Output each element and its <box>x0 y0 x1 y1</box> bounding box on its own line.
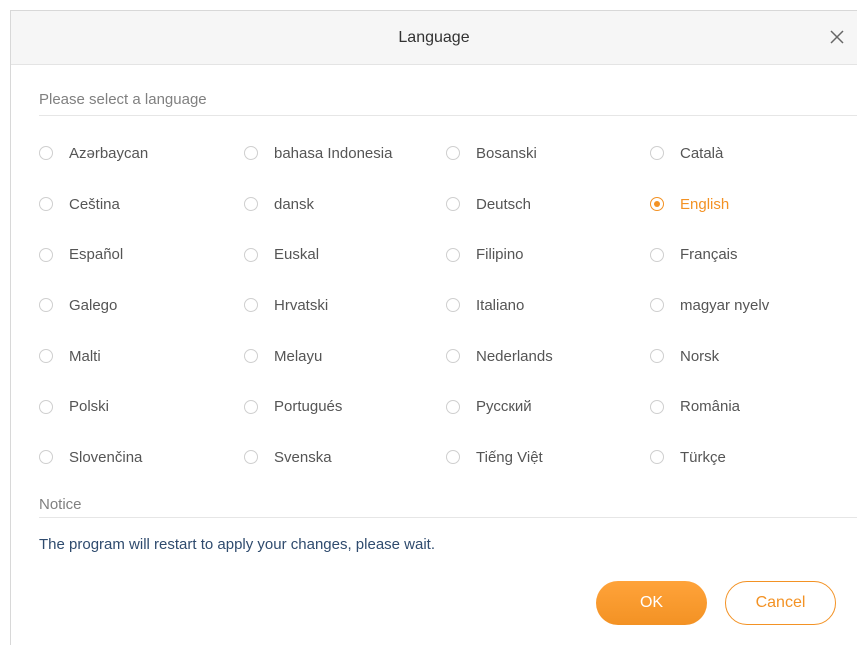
radio-icon[interactable] <box>244 298 258 313</box>
ok-button[interactable]: OK <box>596 581 707 625</box>
language-label: Malti <box>69 347 101 365</box>
dialog-title: Language <box>398 29 470 46</box>
radio-icon[interactable] <box>39 399 53 414</box>
radio-icon[interactable] <box>650 450 664 465</box>
language-label: Slovenčina <box>69 448 143 466</box>
language-option[interactable]: Tiếng Việt <box>446 432 650 483</box>
language-option[interactable]: Español <box>39 229 244 280</box>
language-option[interactable]: Hrvatski <box>244 280 446 331</box>
radio-icon[interactable] <box>39 247 53 262</box>
language-label: România <box>680 398 741 416</box>
language-option[interactable]: dansk <box>244 179 446 230</box>
radio-icon[interactable] <box>446 349 460 364</box>
language-option[interactable]: Nederlands <box>446 331 650 382</box>
cancel-button[interactable]: Cancel <box>725 581 836 625</box>
language-label: Melayu <box>274 347 323 365</box>
radio-icon[interactable] <box>446 450 460 465</box>
language-label: Nederlands <box>476 347 553 365</box>
language-label: English <box>680 195 730 213</box>
radio-icon[interactable] <box>446 399 460 414</box>
language-option[interactable]: Русский <box>446 381 650 432</box>
language-option[interactable]: Bosanski <box>446 128 650 179</box>
language-option[interactable]: Français <box>650 229 857 280</box>
language-option[interactable]: Ceština <box>39 179 244 230</box>
radio-icon[interactable] <box>244 146 258 161</box>
language-label: Français <box>680 246 738 264</box>
language-label: Español <box>69 246 124 264</box>
radio-icon[interactable] <box>244 349 258 364</box>
language-label: Norsk <box>680 347 720 365</box>
select-language-label: Please select a language <box>39 91 207 108</box>
language-label: Català <box>680 144 724 162</box>
language-option[interactable]: Norsk <box>650 331 857 382</box>
language-option[interactable]: Galego <box>39 280 244 331</box>
radio-icon[interactable] <box>244 399 258 414</box>
language-label: Italiano <box>476 296 525 314</box>
language-label: Hrvatski <box>274 296 329 314</box>
radio-icon[interactable] <box>446 146 460 161</box>
language-option[interactable]: Filipino <box>446 229 650 280</box>
language-label: bahasa Indonesia <box>274 144 393 162</box>
language-option[interactable]: Türkçe <box>650 432 857 483</box>
radio-icon[interactable] <box>39 349 53 364</box>
radio-icon[interactable] <box>244 450 258 465</box>
notice-label: Notice <box>39 496 82 513</box>
notice-text: The program will restart to apply your c… <box>39 536 436 553</box>
language-option[interactable]: English <box>650 179 857 230</box>
language-option[interactable]: magyar nyelv <box>650 280 857 331</box>
language-option[interactable]: bahasa Indonesia <box>244 128 446 179</box>
language-label: Polski <box>69 398 110 416</box>
language-label: magyar nyelv <box>680 296 770 314</box>
radio-icon[interactable] <box>446 247 460 262</box>
language-option[interactable]: Deutsch <box>446 179 650 230</box>
language-option[interactable]: Polski <box>39 381 244 432</box>
radio-icon[interactable] <box>39 298 53 313</box>
language-option[interactable]: Slovenčina <box>39 432 244 483</box>
radio-icon[interactable] <box>650 399 664 414</box>
radio-icon[interactable] <box>650 349 664 364</box>
radio-icon[interactable] <box>39 146 53 161</box>
language-label: Azərbaycan <box>69 144 149 162</box>
language-label: Ceština <box>69 195 120 213</box>
radio-icon[interactable] <box>39 197 53 212</box>
language-label: Tiếng Việt <box>476 448 543 466</box>
radio-icon[interactable] <box>244 247 258 262</box>
language-option[interactable]: Azərbaycan <box>39 128 244 179</box>
language-option[interactable]: Euskal <box>244 229 446 280</box>
radio-icon[interactable] <box>446 298 460 313</box>
divider <box>39 517 857 518</box>
language-label: Filipino <box>476 246 524 264</box>
radio-icon[interactable] <box>446 197 460 212</box>
radio-icon[interactable] <box>650 247 664 262</box>
language-label: Portugués <box>274 398 343 416</box>
language-label: Euskal <box>274 246 320 264</box>
language-label: dansk <box>274 195 315 213</box>
language-option[interactable]: Svenska <box>244 432 446 483</box>
title-bar: Language <box>11 11 857 65</box>
language-label: Galego <box>69 296 118 314</box>
language-dialog: Language Please select a language Azərba… <box>10 10 857 645</box>
language-label: Bosanski <box>476 144 537 162</box>
language-option[interactable]: Català <box>650 128 857 179</box>
radio-icon[interactable] <box>39 450 53 465</box>
language-grid: Azərbaycan bahasa Indonesia Bosanski Català… <box>39 128 857 483</box>
language-option[interactable]: România <box>650 381 857 432</box>
language-option[interactable]: Portugués <box>244 381 446 432</box>
radio-icon[interactable] <box>244 197 258 212</box>
language-option[interactable]: Italiano <box>446 280 650 331</box>
radio-icon[interactable] <box>650 197 664 212</box>
radio-icon[interactable] <box>650 146 664 161</box>
language-label: Deutsch <box>476 195 532 213</box>
language-label: Türkçe <box>680 448 726 466</box>
close-icon[interactable] <box>825 25 849 49</box>
language-option[interactable]: Malti <box>39 331 244 382</box>
language-option[interactable]: Melayu <box>244 331 446 382</box>
divider <box>39 115 857 116</box>
radio-icon[interactable] <box>650 298 664 313</box>
language-label: Svenska <box>274 448 332 466</box>
language-label: Русский <box>476 398 532 416</box>
